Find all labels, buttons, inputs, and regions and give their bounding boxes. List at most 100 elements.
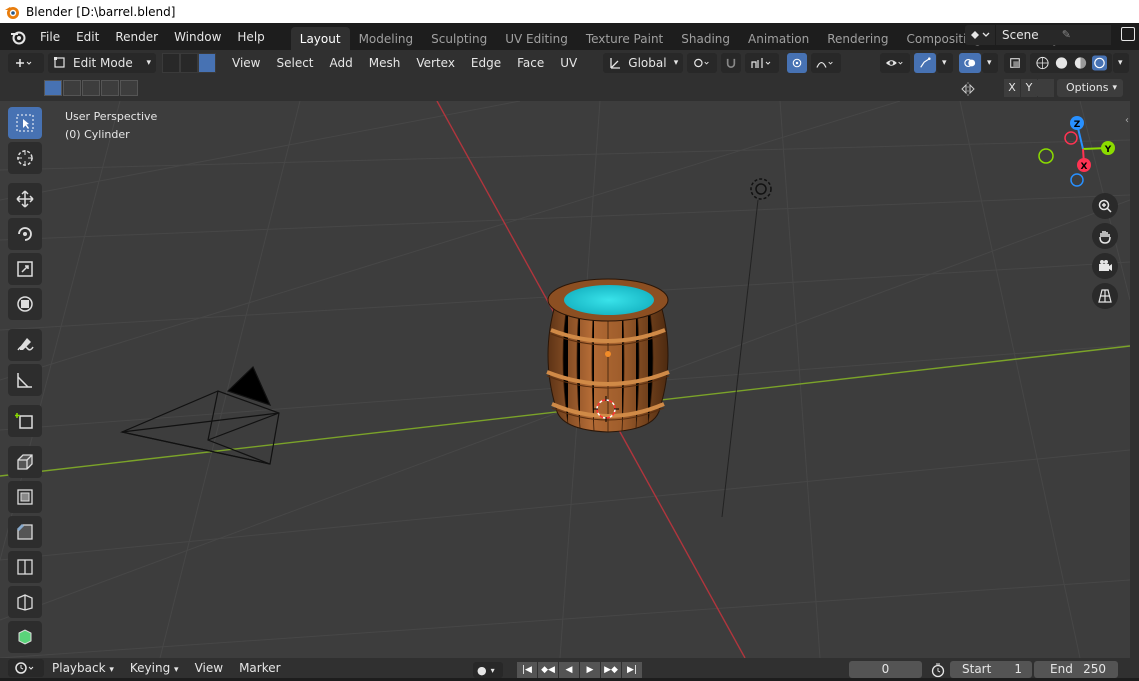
- 3d-viewport[interactable]: User Perspective (0) Cylinder Z Y X: [0, 101, 1130, 658]
- menu-add[interactable]: Add: [322, 56, 361, 70]
- current-frame-field[interactable]: 0: [849, 661, 922, 678]
- face-select-button[interactable]: [198, 52, 216, 73]
- tool-bevel[interactable]: [8, 516, 42, 548]
- material-preview-icon[interactable]: [1073, 55, 1088, 71]
- camera-object[interactable]: [120, 365, 280, 465]
- solid-shading-icon[interactable]: [1054, 55, 1069, 71]
- menu-file[interactable]: File: [32, 30, 68, 44]
- xray-toggle-button[interactable]: [1004, 52, 1026, 73]
- next-keyframe-icon[interactable]: ▶◆: [601, 662, 621, 678]
- editor-type-button[interactable]: [8, 52, 44, 73]
- tool-annotate[interactable]: [8, 329, 42, 361]
- overlay-toggle-button[interactable]: [959, 52, 981, 73]
- prev-keyframe-icon[interactable]: ◆◀: [538, 662, 558, 678]
- gizmo-neg-y[interactable]: [1038, 148, 1054, 164]
- blender-menu-button[interactable]: [4, 26, 32, 48]
- tool-select-box[interactable]: [8, 107, 42, 139]
- camera-view-button[interactable]: [1092, 253, 1118, 279]
- tab-animation[interactable]: Animation: [739, 27, 818, 50]
- rendered-shading-icon[interactable]: [1092, 55, 1107, 71]
- timeline-menu-keying[interactable]: Keying ▾: [122, 661, 187, 675]
- menu-face[interactable]: Face: [509, 56, 552, 70]
- pivot-point-button[interactable]: [687, 52, 718, 73]
- tool-knife[interactable]: [8, 586, 42, 618]
- chevron-left-icon[interactable]: ‹: [1125, 115, 1129, 126]
- tool-loop-cut[interactable]: [8, 551, 42, 583]
- menu-vertex[interactable]: Vertex: [408, 56, 463, 70]
- select-invert-icon[interactable]: [101, 80, 119, 96]
- menu-window[interactable]: Window: [166, 30, 229, 44]
- gizmo-neg-x[interactable]: [1064, 131, 1078, 145]
- edge-select-button[interactable]: [180, 52, 198, 73]
- jump-start-icon[interactable]: |◀: [517, 662, 537, 678]
- shading-dropdown[interactable]: ▾: [1113, 52, 1129, 73]
- menu-mesh[interactable]: Mesh: [361, 56, 409, 70]
- play-icon[interactable]: ▶: [580, 662, 600, 678]
- tool-measure[interactable]: [8, 364, 42, 396]
- snap-toggle-button[interactable]: [721, 52, 742, 73]
- tool-add-cube[interactable]: [8, 405, 42, 437]
- tool-rotate[interactable]: [8, 218, 42, 250]
- menu-uv[interactable]: UV: [552, 56, 585, 70]
- stopwatch-icon[interactable]: [930, 662, 946, 678]
- timeline-menu-marker[interactable]: Marker: [231, 661, 288, 675]
- timeline-menu-playback[interactable]: Playback ▾: [44, 661, 122, 675]
- end-frame-field[interactable]: End 250: [1034, 661, 1118, 678]
- tab-modeling[interactable]: Modeling: [350, 27, 423, 50]
- menu-view[interactable]: View: [224, 56, 268, 70]
- tool-cursor[interactable]: [8, 142, 42, 174]
- tab-uv-editing[interactable]: UV Editing: [496, 27, 577, 50]
- select-new-icon[interactable]: [44, 80, 62, 96]
- tab-texture-paint[interactable]: Texture Paint: [577, 27, 672, 50]
- timeline-editor-type-button[interactable]: [8, 659, 44, 677]
- perspective-toggle-button[interactable]: [1092, 283, 1118, 309]
- tab-layout[interactable]: Layout: [290, 27, 350, 50]
- tool-inset[interactable]: [8, 481, 42, 513]
- proportional-edit-button[interactable]: [787, 52, 808, 73]
- new-scene-icon[interactable]: [1121, 27, 1135, 41]
- gizmo-dropdown[interactable]: ▾: [937, 52, 953, 73]
- tab-shading[interactable]: Shading: [672, 27, 739, 50]
- menu-render[interactable]: Render: [107, 30, 166, 44]
- auto-keying-button[interactable]: ● ▾: [473, 662, 503, 678]
- wireframe-shading-icon[interactable]: [1035, 55, 1050, 71]
- overlay-dropdown[interactable]: ▾: [982, 52, 998, 73]
- tab-rendering[interactable]: Rendering: [818, 27, 897, 50]
- tool-move[interactable]: [8, 183, 42, 215]
- options-dropdown[interactable]: Options ▾: [1057, 79, 1123, 97]
- select-subtract-icon[interactable]: [82, 80, 100, 96]
- tool-poly-build[interactable]: [8, 621, 42, 653]
- settings-small-icon[interactable]: [1035, 80, 1051, 96]
- navigation-gizmo[interactable]: Z Y X: [1030, 111, 1124, 193]
- tab-sculpting[interactable]: Sculpting: [422, 27, 496, 50]
- tool-extrude[interactable]: [8, 446, 42, 478]
- timeline-menu-view[interactable]: View: [187, 661, 231, 675]
- orientation-dropdown[interactable]: Global ▾: [603, 52, 684, 73]
- pin-icon[interactable]: ✎: [1062, 28, 1071, 41]
- pan-button[interactable]: [1092, 223, 1118, 249]
- visibility-button[interactable]: [880, 52, 910, 73]
- select-extend-icon[interactable]: [63, 80, 81, 96]
- zoom-button[interactable]: [1092, 193, 1118, 219]
- barrel-mesh[interactable]: [546, 278, 670, 433]
- menu-edge[interactable]: Edge: [463, 56, 509, 70]
- vertex-select-button[interactable]: [162, 52, 180, 73]
- sidebar-edge[interactable]: ‹: [1125, 101, 1139, 658]
- start-frame-field[interactable]: Start 1: [950, 661, 1032, 678]
- scene-name[interactable]: Scene: [996, 25, 1111, 45]
- snap-target-button[interactable]: [745, 52, 780, 73]
- play-reverse-icon[interactable]: ◀: [559, 662, 579, 678]
- light-object[interactable]: [721, 178, 772, 518]
- select-intersect-icon[interactable]: [120, 80, 138, 96]
- mode-dropdown[interactable]: Edit Mode ▾: [48, 52, 156, 73]
- tool-scale[interactable]: [8, 253, 42, 285]
- scene-selector[interactable]: Scene ✎: [965, 25, 1111, 45]
- menu-edit[interactable]: Edit: [68, 30, 107, 44]
- gizmo-neg-z[interactable]: [1070, 173, 1084, 187]
- menu-select[interactable]: Select: [268, 56, 321, 70]
- jump-end-icon[interactable]: ▶|: [622, 662, 642, 678]
- tool-transform[interactable]: [8, 288, 42, 320]
- gizmo-toggle-button[interactable]: [914, 52, 936, 73]
- menu-help[interactable]: Help: [229, 30, 272, 44]
- mirror-x-button[interactable]: X: [1004, 79, 1020, 97]
